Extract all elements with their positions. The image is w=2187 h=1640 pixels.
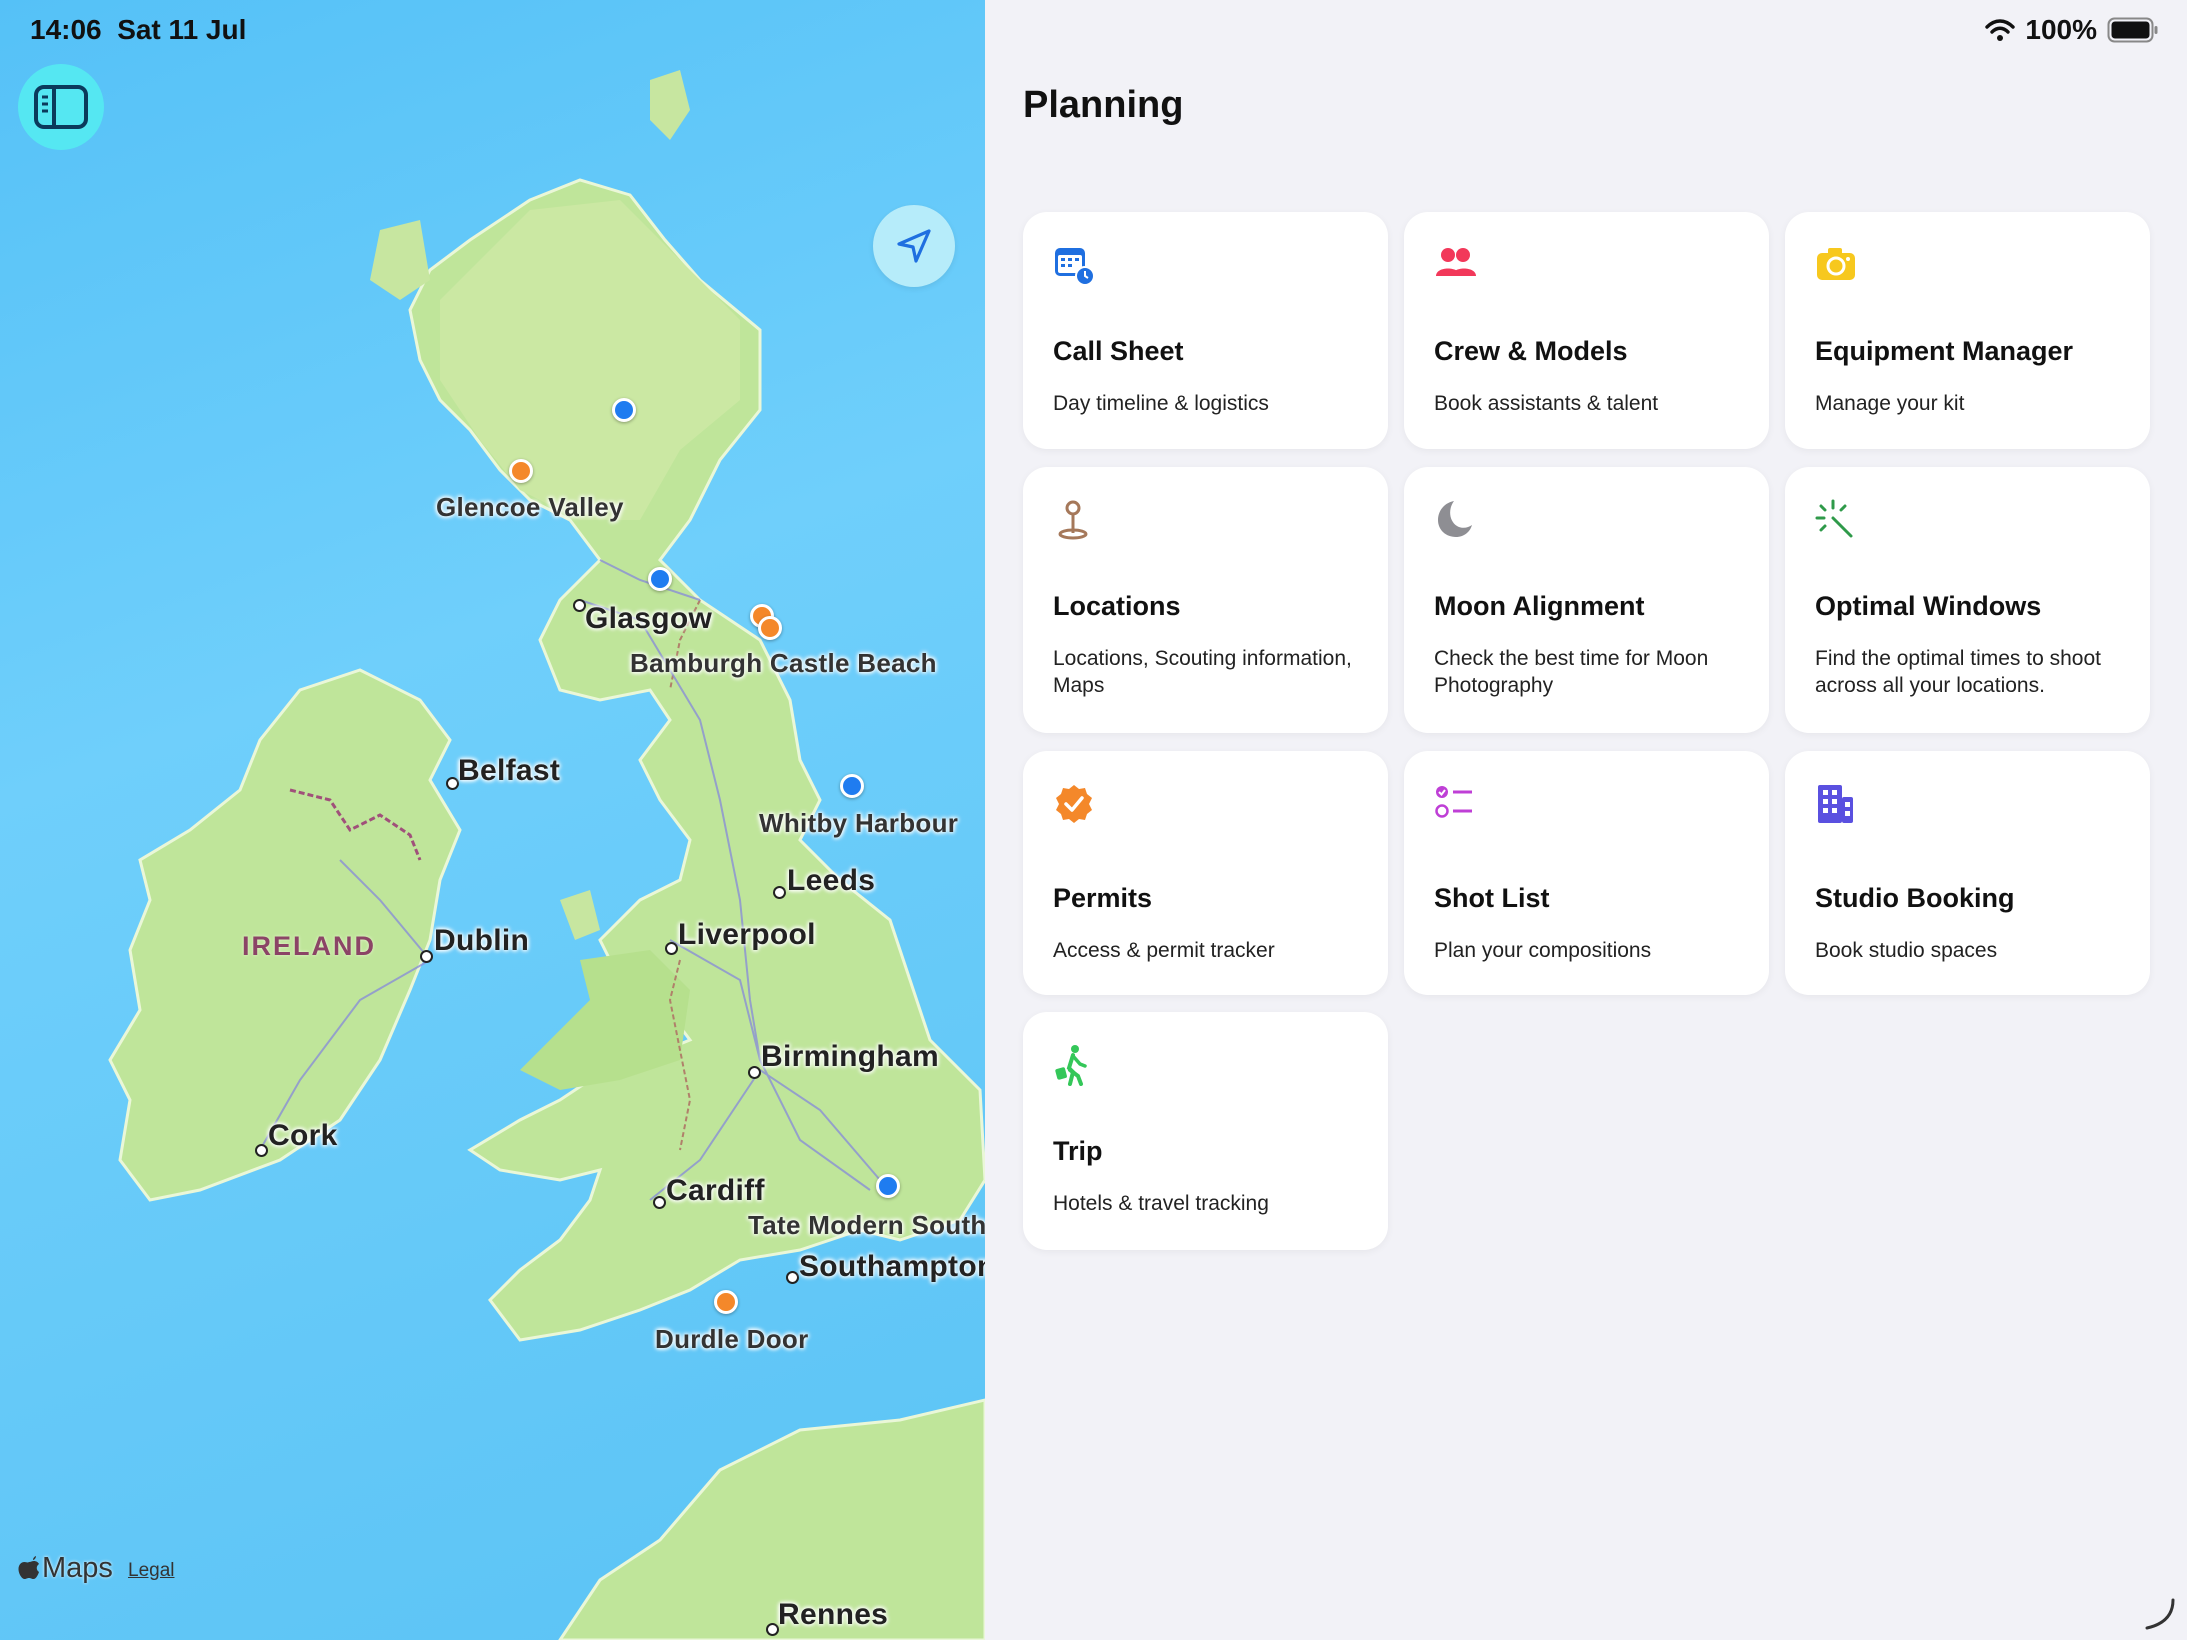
locate-me-button[interactable] [873, 205, 955, 287]
card-title: Permits [1053, 883, 1153, 913]
card-call-sheet[interactable]: Call Sheet Day timeline & logistics [1023, 212, 1388, 449]
card-subtitle: Find the optimal times to shoot across a… [1815, 647, 2101, 697]
status-date: Sat 11 Jul [117, 14, 247, 45]
card-title: Shot List [1434, 883, 1550, 913]
card-title: Trip [1053, 1136, 1103, 1166]
sidebar-toggle-button[interactable] [18, 64, 104, 150]
planning-panel: 100% Planning Call Sheet Day timeline & … [985, 0, 2187, 1640]
card-subtitle: Locations, Scouting information, Maps [1053, 647, 1352, 697]
map-label-ireland: IRELAND [242, 931, 376, 961]
card-subtitle: Check the best time for Moon Photography [1434, 647, 1709, 697]
card-title: Locations [1053, 591, 1181, 621]
map-label-tate: Tate Modern South B [748, 1210, 985, 1240]
map-label-liverpool: Liverpool [678, 918, 816, 951]
card-subtitle: Plan your compositions [1434, 939, 1652, 962]
city-marker-cardiff [653, 1196, 666, 1209]
map-label-whitby: Whitby Harbour [759, 808, 959, 838]
card-subtitle: Book studio spaces [1815, 939, 1998, 962]
card-moon-alignment[interactable]: Moon Alignment Check the best time for M… [1404, 467, 1769, 733]
city-marker-birmingham [748, 1066, 761, 1079]
city-marker-southampton [786, 1271, 799, 1284]
card-studio-booking[interactable]: Studio Booking Book studio spaces [1785, 751, 2150, 995]
map-label-belfast: Belfast [458, 754, 561, 787]
card-locations[interactable]: Locations Locations, Scouting informatio… [1023, 467, 1388, 733]
status-bar-time: 14:06 Sat 11 Jul [30, 14, 246, 46]
card-subtitle: Day timeline & logistics [1053, 392, 1269, 415]
map-view[interactable]: Glencoe Valley Glasgow Bamburgh Castle B… [0, 0, 985, 1640]
people-icon [1436, 248, 1476, 276]
location-arrow-icon [897, 229, 931, 263]
city-marker-dublin [420, 950, 433, 963]
resize-handle-icon[interactable] [2139, 1594, 2179, 1634]
location-pin[interactable] [612, 398, 636, 422]
apple-maps-logo: Maps [18, 1552, 113, 1585]
battery-percent: 100% [2025, 14, 2097, 45]
location-pin-bamburgh[interactable] [758, 616, 782, 640]
card-crew-models[interactable]: Crew & Models Book assistants & talent [1404, 212, 1769, 449]
wifi-icon [1985, 19, 2016, 41]
map-label-cardiff: Cardiff [666, 1174, 765, 1207]
card-subtitle: Access & permit tracker [1053, 939, 1275, 962]
camera-icon [1817, 248, 1855, 280]
city-marker-liverpool [665, 942, 678, 955]
page-title: Planning [1023, 84, 1184, 126]
sidebar-toggle-icon [34, 85, 88, 129]
card-title: Optimal Windows [1815, 591, 2042, 621]
map-label-bamburgh: Bamburgh Castle Beach [630, 648, 937, 678]
sparkle-wand-icon [1815, 499, 1853, 538]
map-label-rennes: Rennes [778, 1598, 889, 1631]
card-optimal-windows[interactable]: Optimal Windows Find the optimal times t… [1785, 467, 2150, 733]
map-pin-icon [1058, 500, 1088, 540]
map-label-southampton: Southampton [799, 1250, 985, 1283]
checkmark-seal-icon [1056, 785, 1092, 823]
status-time: 14:06 [30, 14, 102, 45]
map-label-glencoe: Glencoe Valley [436, 492, 624, 522]
checklist-icon [1435, 786, 1472, 818]
card-title: Equipment Manager [1815, 336, 2074, 366]
card-subtitle: Manage your kit [1815, 392, 1965, 415]
traveler-icon [1055, 1045, 1087, 1086]
map-label-leeds: Leeds [787, 864, 876, 897]
card-permits[interactable]: Permits Access & permit tracker [1023, 751, 1388, 995]
location-pin-tate[interactable] [876, 1174, 900, 1198]
card-shot-list[interactable]: Shot List Plan your compositions [1404, 751, 1769, 995]
card-trip[interactable]: Trip Hotels & travel tracking [1023, 1012, 1388, 1250]
card-equipment-manager[interactable]: Equipment Manager Manage your kit [1785, 212, 2150, 449]
map-label-birmingham: Birmingham [761, 1040, 940, 1073]
building-icon [1818, 785, 1853, 823]
map-label-dublin: Dublin [434, 924, 530, 957]
map-label-cork: Cork [268, 1119, 338, 1152]
location-pin-durdle[interactable] [714, 1290, 738, 1314]
status-bar-right: 100% [1985, 14, 2159, 46]
location-pin[interactable] [648, 567, 672, 591]
card-subtitle: Hotels & travel tracking [1053, 1192, 1269, 1215]
card-title: Moon Alignment [1434, 591, 1645, 621]
location-pin-glencoe[interactable] [509, 459, 533, 483]
legal-link[interactable]: Legal [128, 1560, 175, 1582]
map-label-glasgow: Glasgow [585, 602, 713, 635]
card-subtitle: Book assistants & talent [1434, 392, 1659, 415]
card-title: Studio Booking [1815, 883, 2015, 913]
calendar-clock-icon [1055, 248, 1095, 286]
moon-icon [1438, 501, 1472, 537]
city-marker-leeds [773, 886, 786, 899]
location-pin-whitby[interactable] [840, 774, 864, 798]
maps-logo-text: Maps [42, 1552, 113, 1584]
city-marker-cork [255, 1144, 268, 1157]
map-label-durdle: Durdle Door [655, 1324, 809, 1354]
apple-logo-icon [18, 1555, 39, 1579]
card-title: Call Sheet [1053, 336, 1184, 366]
battery-icon [2107, 17, 2158, 43]
card-title: Crew & Models [1434, 336, 1628, 366]
